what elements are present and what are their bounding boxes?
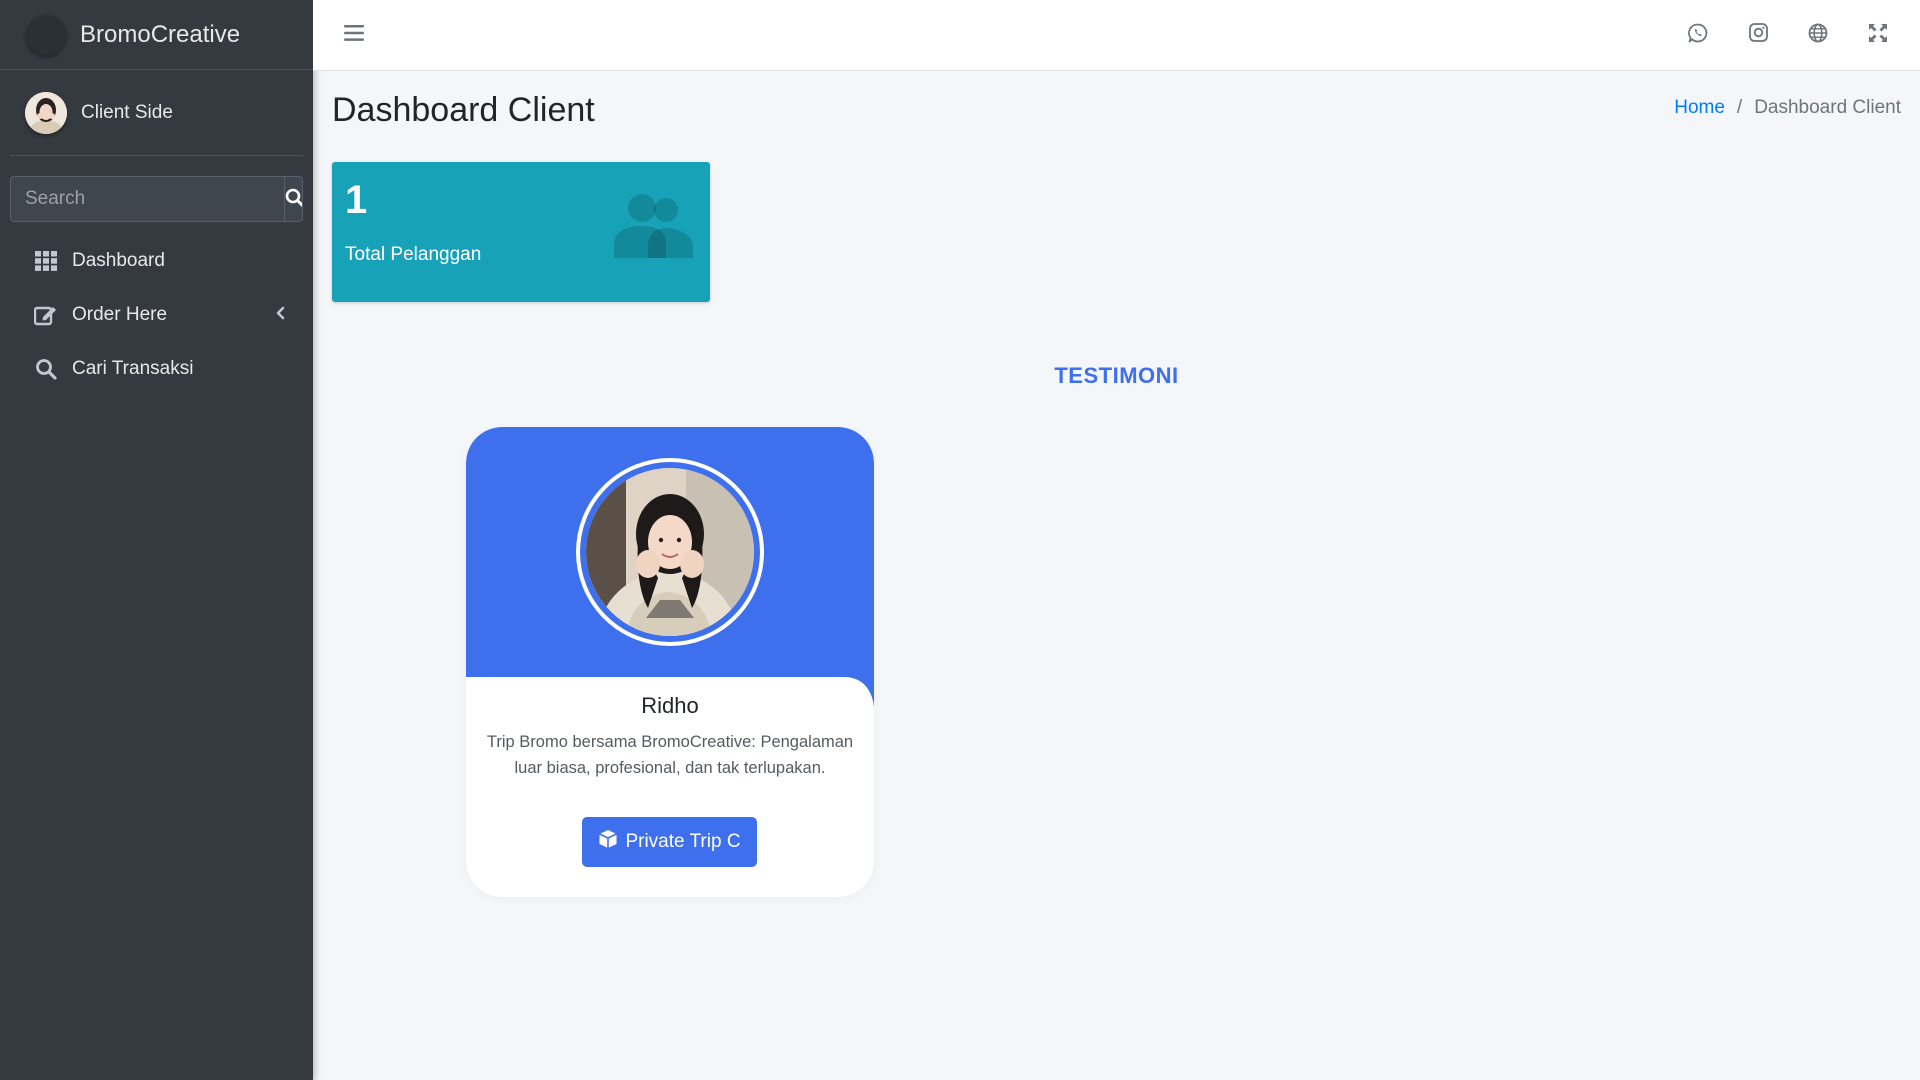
testimoni-text: Trip Bromo bersama BromoCreative: Pengal…: [486, 733, 854, 777]
sidebar-item-order-here[interactable]: Order Here: [0, 288, 313, 342]
search-button[interactable]: [284, 177, 302, 221]
testimoni-card: Ridho Trip Bromo bersama BromoCreative: …: [466, 427, 874, 897]
menu-toggle-button[interactable]: [339, 20, 369, 50]
sidebar-item-label: Order Here: [72, 304, 168, 325]
hamburger-icon: [344, 24, 364, 46]
sidebar: BromoCreative Client Side Search Dashboa…: [0, 0, 313, 1080]
website-link[interactable]: [1806, 23, 1830, 47]
edit-icon: [34, 303, 58, 327]
page-title: Dashboard Client: [332, 91, 595, 129]
whatsapp-link[interactable]: [1686, 23, 1710, 47]
stat-label: Total Pelanggan: [345, 244, 482, 265]
search-icon: [34, 357, 58, 381]
sidebar-item-label: Dashboard: [72, 250, 165, 271]
stat-value: 1: [345, 178, 368, 222]
brand-name: BromoCreative: [80, 20, 241, 48]
sidebar-search: [10, 176, 303, 222]
sidebar-item-dashboard[interactable]: Dashboard: [0, 234, 313, 288]
globe-icon: [1808, 23, 1828, 48]
testimoni-avatar: [586, 468, 754, 636]
cube-icon: [598, 829, 618, 855]
fullscreen-icon: [1868, 23, 1888, 48]
instagram-icon: [1748, 23, 1768, 47]
brand-link[interactable]: BromoCreative: [0, 0, 313, 70]
user-avatar: [25, 91, 67, 134]
whatsapp-icon: [1688, 23, 1708, 48]
user-name: Client Side: [81, 101, 173, 123]
testimoni-avatar-ring: [576, 458, 764, 646]
breadcrumb: Home / Dashboard Client: [1674, 97, 1901, 119]
chevron-left-icon: [275, 304, 285, 326]
users-icon: [614, 192, 694, 265]
private-trip-button[interactable]: Private Trip C: [582, 817, 757, 867]
sidebar-item-label: Cari Transaksi: [72, 358, 194, 379]
testimoni-name: Ridho: [641, 693, 699, 718]
topbar: [313, 0, 1920, 71]
sidebar-item-cari-transaksi[interactable]: Cari Transaksi: [0, 342, 313, 396]
breadcrumb-home-link[interactable]: Home: [1674, 97, 1725, 119]
testimoni-heading: TESTIMONI: [1054, 363, 1179, 388]
breadcrumb-separator: /: [1736, 97, 1743, 118]
topbar-actions: [1686, 23, 1890, 47]
private-trip-button-label: Private Trip C: [625, 831, 741, 852]
total-pelanggan-box: 1 Total Pelanggan: [332, 162, 710, 302]
user-panel[interactable]: Client Side: [10, 70, 303, 156]
breadcrumb-current: Dashboard Client: [1754, 97, 1901, 118]
search-input[interactable]: [11, 177, 284, 221]
grid-icon: [34, 249, 58, 273]
fullscreen-button[interactable]: [1866, 23, 1890, 47]
instagram-link[interactable]: [1746, 23, 1770, 47]
search-icon: [285, 188, 302, 211]
brand-logo-icon: [26, 14, 66, 55]
main-content: Dashboard Client Home / Dashboard Client…: [313, 71, 1920, 1080]
